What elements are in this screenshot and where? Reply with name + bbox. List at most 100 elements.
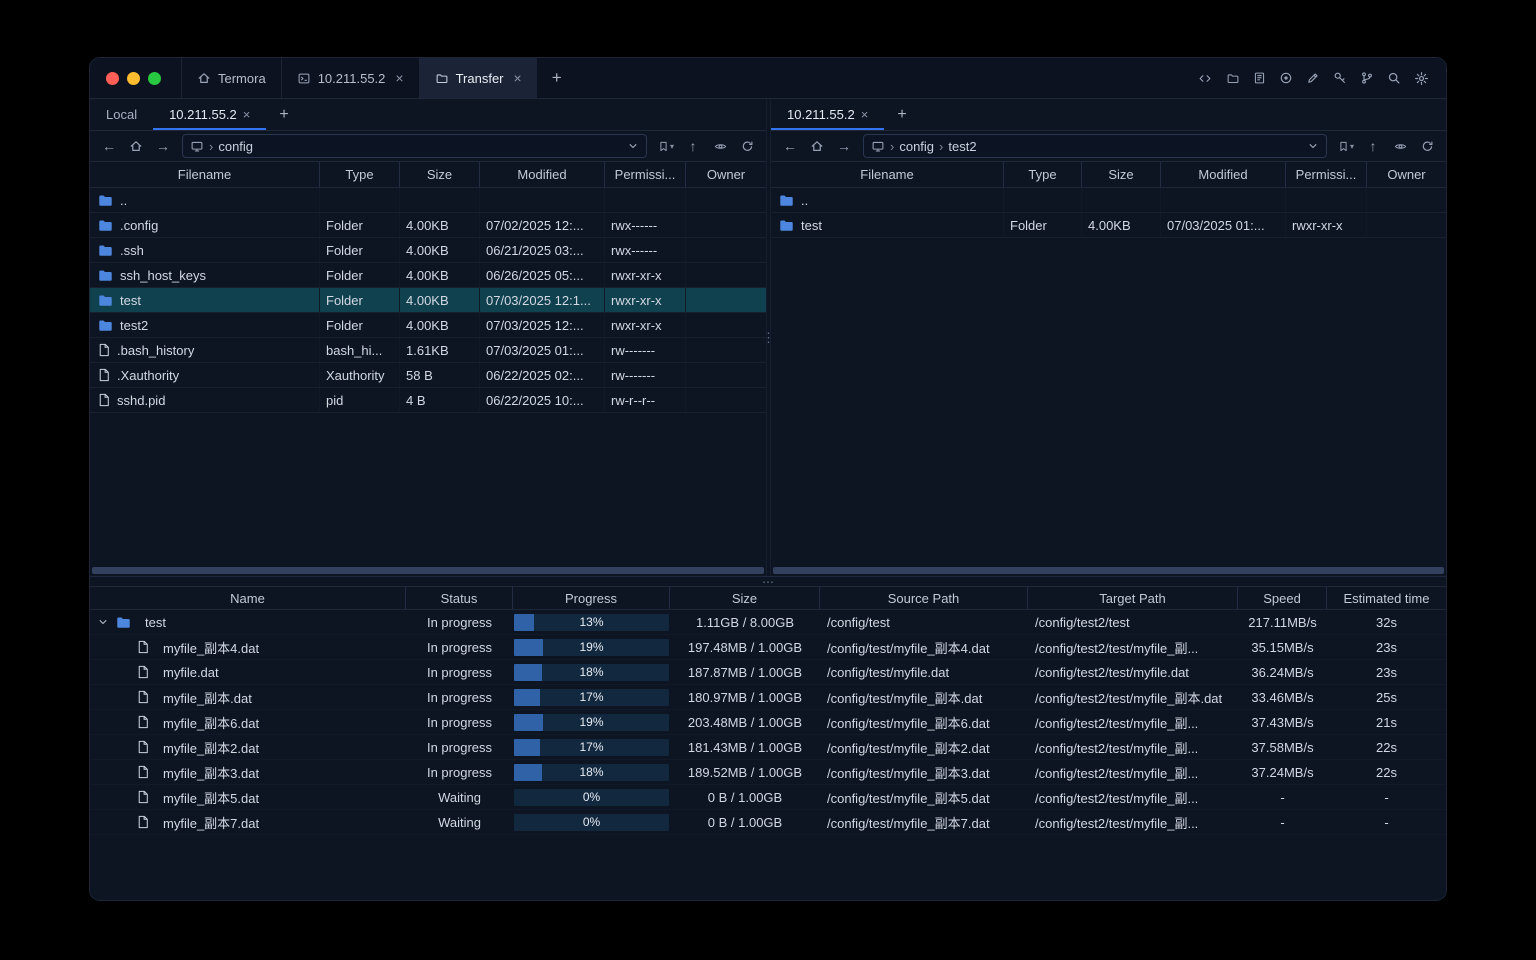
settings-icon[interactable] bbox=[1414, 71, 1429, 86]
close-window-button[interactable] bbox=[106, 71, 119, 85]
key-icon[interactable] bbox=[1333, 71, 1347, 85]
bookmark-button[interactable]: ▾ bbox=[654, 134, 678, 158]
transfer-row[interactable]: myfile_副本7.dat Waiting 0% 0 B / 1.00GB/conf… bbox=[90, 810, 1446, 835]
path-bar[interactable]: › config bbox=[182, 134, 647, 158]
file-row[interactable]: test2 Folder 4.00KB 07/03/2025 12:... rwxr-x… bbox=[90, 313, 766, 338]
pane-tab-host[interactable]: 10.211.55.2 × bbox=[153, 99, 267, 130]
code-icon[interactable] bbox=[1197, 72, 1213, 85]
progress-bar: 18% bbox=[514, 663, 669, 681]
file-row[interactable]: .Xauthority Xauthority 58 B 06/22/2025 02:.… bbox=[90, 363, 766, 388]
edit-icon[interactable] bbox=[1306, 71, 1320, 85]
file-name: .. bbox=[801, 192, 809, 208]
path-segment[interactable]: config bbox=[899, 139, 934, 154]
close-icon[interactable]: × bbox=[514, 70, 522, 86]
file-permissions: rwxr-xr-x bbox=[605, 313, 686, 337]
window-tab-termora[interactable]: Termora bbox=[181, 58, 281, 98]
new-pane-tab-button[interactable]: + bbox=[884, 99, 919, 130]
folder-icon[interactable] bbox=[1226, 72, 1240, 85]
file-row[interactable]: test Folder 4.00KB 07/03/2025 12:1... rwxr-x… bbox=[90, 288, 766, 313]
horizontal-scrollbar[interactable] bbox=[773, 567, 1444, 574]
column-header-name[interactable]: Name bbox=[90, 587, 406, 609]
column-header-modified[interactable]: Modified bbox=[480, 162, 605, 187]
chevron-down-icon[interactable] bbox=[1307, 140, 1319, 152]
up-button[interactable]: ↑ bbox=[1361, 134, 1385, 158]
file-row[interactable]: ssh_host_keys Folder 4.00KB 06/26/2025 05:.… bbox=[90, 263, 766, 288]
file-row[interactable]: .bash_history bash_hi... 1.61KB 07/03/2025 … bbox=[90, 338, 766, 363]
column-header-owner[interactable]: Owner bbox=[686, 162, 766, 187]
refresh-button[interactable] bbox=[1415, 134, 1439, 158]
file-type: Folder bbox=[320, 288, 400, 312]
close-icon[interactable]: × bbox=[395, 70, 403, 86]
up-button[interactable]: ↑ bbox=[681, 134, 705, 158]
column-header-filename[interactable]: Filename bbox=[90, 162, 320, 187]
new-window-tab-button[interactable]: + bbox=[537, 58, 577, 98]
log-icon[interactable] bbox=[1253, 71, 1266, 85]
close-icon[interactable]: × bbox=[861, 107, 869, 122]
transfer-row[interactable]: myfile_副本6.dat In progress 19% 203.48MB / 1… bbox=[90, 710, 1446, 735]
transfer-row[interactable]: myfile_副本2.dat In progress 17% 181.43MB / 1… bbox=[90, 735, 1446, 760]
path-bar[interactable]: › config › test2 bbox=[863, 134, 1327, 158]
path-segment[interactable]: test2 bbox=[948, 139, 976, 154]
transfer-row[interactable]: myfile_副本3.dat In progress 18% 189.52MB / 1… bbox=[90, 760, 1446, 785]
new-pane-tab-button[interactable]: + bbox=[266, 99, 301, 130]
back-button[interactable]: ← bbox=[778, 134, 802, 158]
column-header-source-path[interactable]: Source Path bbox=[820, 587, 1028, 609]
home-button[interactable] bbox=[805, 134, 829, 158]
column-header-size[interactable]: Size bbox=[400, 162, 480, 187]
show-hidden-button[interactable] bbox=[708, 134, 732, 158]
transfer-speed: 37.58MB/s bbox=[1251, 739, 1314, 755]
chevron-down-icon[interactable] bbox=[627, 140, 639, 152]
file-icon bbox=[137, 690, 149, 704]
column-header-progress[interactable]: Progress bbox=[513, 587, 670, 609]
column-header-status[interactable]: Status bbox=[406, 587, 513, 609]
close-icon[interactable]: × bbox=[243, 107, 251, 122]
column-header-permissions[interactable]: Permissi... bbox=[605, 162, 686, 187]
forward-button[interactable]: → bbox=[151, 134, 175, 158]
window-tab-transfer[interactable]: Transfer × bbox=[418, 58, 537, 98]
window-tab-label: Termora bbox=[218, 70, 266, 86]
zoom-window-button[interactable] bbox=[148, 71, 161, 85]
minimize-window-button[interactable] bbox=[127, 71, 140, 85]
file-type bbox=[1004, 188, 1082, 212]
column-header-eta[interactable]: Estimated time bbox=[1327, 587, 1446, 609]
file-row[interactable]: .. bbox=[771, 188, 1446, 213]
record-icon[interactable] bbox=[1279, 71, 1293, 85]
file-row[interactable]: .config Folder 4.00KB 07/02/2025 12:... rwx-… bbox=[90, 213, 766, 238]
path-segment[interactable]: config bbox=[218, 139, 253, 154]
column-header-target-path[interactable]: Target Path bbox=[1028, 587, 1238, 609]
forward-button[interactable]: → bbox=[832, 134, 856, 158]
file-row[interactable]: .. bbox=[90, 188, 766, 213]
home-button[interactable] bbox=[124, 134, 148, 158]
column-header-speed[interactable]: Speed bbox=[1238, 587, 1327, 609]
search-icon[interactable] bbox=[1387, 71, 1401, 85]
file-row[interactable]: test Folder 4.00KB 07/03/2025 01:... rwxr-xr… bbox=[771, 213, 1446, 238]
back-button[interactable]: ← bbox=[97, 134, 121, 158]
show-hidden-button[interactable] bbox=[1388, 134, 1412, 158]
column-header-filename[interactable]: Filename bbox=[771, 162, 1004, 187]
expand-chevron-icon[interactable] bbox=[97, 616, 109, 628]
refresh-button[interactable] bbox=[735, 134, 759, 158]
panel-splitter[interactable]: ⋯ bbox=[90, 576, 1446, 588]
branch-icon[interactable] bbox=[1360, 71, 1374, 85]
file-row[interactable]: .ssh Folder 4.00KB 06/21/2025 03:... rwx----… bbox=[90, 238, 766, 263]
file-row[interactable]: sshd.pid pid 4 B 06/22/2025 10:... rw-r--r-- bbox=[90, 388, 766, 413]
window-tab-host[interactable]: 10.211.55.2 × bbox=[280, 58, 419, 98]
column-header-owner[interactable]: Owner bbox=[1367, 162, 1446, 187]
column-header-type[interactable]: Type bbox=[320, 162, 400, 187]
column-header-size[interactable]: Size bbox=[670, 587, 820, 609]
column-header-permissions[interactable]: Permissi... bbox=[1286, 162, 1367, 187]
column-header-size[interactable]: Size bbox=[1082, 162, 1161, 187]
progress-label: 17% bbox=[579, 690, 604, 704]
column-header-modified[interactable]: Modified bbox=[1161, 162, 1286, 187]
transfer-row[interactable]: myfile_副本5.dat Waiting 0% 0 B / 1.00GB/conf… bbox=[90, 785, 1446, 810]
pane-tab-host[interactable]: 10.211.55.2 × bbox=[771, 99, 885, 130]
transfer-row[interactable]: test In progress 13% 1.11GB / 8.00GB/config… bbox=[90, 610, 1446, 635]
transfer-row[interactable]: myfile_副本4.dat In progress 19% 197.48MB / 1… bbox=[90, 635, 1446, 660]
bookmark-button[interactable]: ▾ bbox=[1334, 134, 1358, 158]
horizontal-scrollbar[interactable] bbox=[92, 567, 764, 574]
file-modified: 06/21/2025 03:... bbox=[480, 238, 605, 262]
transfer-row[interactable]: myfile.dat In progress 18% 187.87MB / 1.00G… bbox=[90, 660, 1446, 685]
pane-tab-local[interactable]: Local bbox=[90, 99, 153, 130]
transfer-row[interactable]: myfile_副本.dat In progress 17% 180.97MB / 1.… bbox=[90, 685, 1446, 710]
column-header-type[interactable]: Type bbox=[1004, 162, 1082, 187]
